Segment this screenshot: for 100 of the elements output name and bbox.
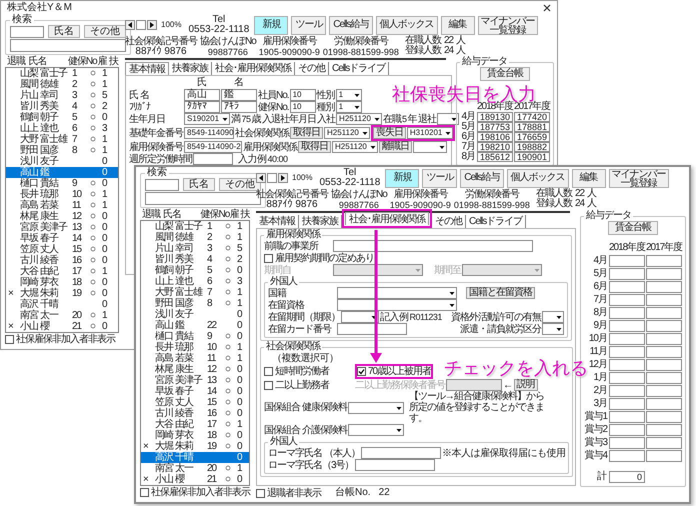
amount-field[interactable] [646,424,682,436]
list-row[interactable]: 南宮 太一 20 ○ 1 [6,310,118,321]
list-row[interactable]: 大谷 由紀 17 ○ 1 [141,419,249,430]
scroll-right-button[interactable] [147,20,157,30]
toolbar-button[interactable]: 編集 [440,16,474,34]
amount-field[interactable]: 189130 [477,112,513,122]
checkbox[interactable]: 雇用契約期間の定めあり [264,252,374,264]
list-row[interactable]: 皆川 秀美 4 ○ 2 [6,101,118,112]
text-field[interactable] [354,459,435,471]
small-button[interactable]: 取得日 [298,141,331,153]
amount-field[interactable] [609,410,645,422]
amount-field[interactable] [609,320,645,332]
amount-field[interactable] [646,294,682,306]
list-row[interactable]: 大野 富士雄 7 ○ 1 [6,134,118,145]
dropdown-field[interactable] [436,113,459,125]
checkbox[interactable]: 二以上勤務者 [264,380,354,390]
list-row[interactable]: × 大堀 朱莉 19 ○ 0 [141,441,249,452]
list-row[interactable]: 高沢 千晴 0 [141,452,249,463]
list-row[interactable]: 南宮 太一 20 ○ 1 [141,463,249,474]
amount-field[interactable]: 198882 [514,142,550,152]
text-field[interactable]: 10 [290,101,316,113]
list-row[interactable]: 高山 鑑 0 [6,167,118,178]
total-field[interactable]: 0 [609,470,645,482]
text-field[interactable]: 8549-114090-2 [184,141,242,153]
list-row[interactable]: 片山 幸司 3 ○ 5 [6,90,118,101]
toolbar-button[interactable]: Cells給与 [329,16,372,34]
dropdown-field[interactable]: 1 [336,89,362,101]
amount-field[interactable] [609,398,645,410]
list-row[interactable]: 野田 国彦 8 ○ 1 [6,145,118,156]
toolbar-button[interactable]: ツール [291,16,326,34]
amount-field[interactable] [646,280,682,292]
list-row[interactable]: 山梨 富士子 1 ○ 1 [141,221,249,232]
amount-field[interactable] [609,450,645,462]
amount-field[interactable] [646,268,682,280]
list-row[interactable]: 林尾 康生 12 ○ 0 [6,211,118,222]
amount-field[interactable] [609,436,645,448]
list-row[interactable]: 古川 綾香 16 ○ 0 [6,255,118,266]
toolbar-button[interactable]: 新規 [385,168,420,188]
list-row[interactable]: 樋口 貴結 9 ○ 0 [141,331,249,342]
ledger-button[interactable]: 賃金台帳 [608,221,658,235]
amount-field[interactable]: 185612 [477,152,513,162]
toolbar-button[interactable]: Cells給与 [460,168,504,188]
amount-field[interactable] [646,450,682,462]
text-area[interactable] [10,39,126,52]
amount-field[interactable] [609,332,645,344]
dropdown-field[interactable] [348,424,404,436]
list-row[interactable]: 長井 琉那 10 ○ 1 [6,189,118,200]
list-row[interactable]: 大谷 由紀 17 ○ 1 [6,266,118,277]
list-row[interactable]: 長井 琉那 10 ○ 1 [141,342,249,353]
list-row[interactable]: 早坂 春子 14 ○ 0 [141,386,249,397]
list-row[interactable]: 野田 国彦 8 ○ 1 [141,298,249,309]
toolbar-button[interactable]: 新規 [254,16,288,34]
amount-field[interactable]: 190901 [514,152,550,162]
amount-field[interactable] [646,436,682,448]
dropdown-field[interactable]: S190201 [184,113,230,125]
toolbar-button[interactable]: 個人ボックス [376,16,438,34]
search-button[interactable]: その他 [84,25,126,38]
small-button[interactable]: 離職日 [378,141,412,153]
text-field[interactable] [337,323,407,335]
list-row[interactable]: 片山 幸司 3 ○ 5 [141,243,249,254]
small-button[interactable]: 説明 [514,379,538,391]
scroll-right-button[interactable] [278,173,288,183]
dropdown-field[interactable] [337,287,457,299]
ledger-button[interactable]: 賃金台帳 [480,67,530,81]
list-row[interactable]: 早坂 春子 14 ○ 0 [6,233,118,244]
list-row[interactable]: 林尾 康生 12 ○ 0 [141,364,249,375]
text-field[interactable] [193,153,233,165]
list-row[interactable]: 風間 徳雄 2 ○ 1 [141,232,249,243]
amount-field[interactable] [609,346,645,358]
checkbox[interactable]: 社保雇保非加入者非表示 [5,334,119,345]
toolbar-button[interactable]: マイナンバー一覧登録 [478,16,538,34]
text-field[interactable]: 10 [290,89,316,101]
dropdown-field[interactable] [337,299,457,311]
dropdown-field[interactable] [542,311,564,323]
scroll-left-button[interactable] [125,20,135,30]
amount-field[interactable] [646,358,682,370]
list-row[interactable]: 浅川 友子 0 [6,156,118,167]
search-field[interactable] [145,178,179,190]
checkbox[interactable]: 短時間労働者 [264,366,354,377]
amount-field[interactable] [609,280,645,292]
dropdown-field[interactable]: H251120 [336,113,382,125]
amount-field[interactable]: 178881 [514,122,550,132]
list-row[interactable]: × 小山 櫻 21 ○ 0 [6,321,118,332]
list-row[interactable]: 山梨 富士子 1 ○ 1 [6,68,118,79]
list-row[interactable]: 笠原 丈人 15 ○ 0 [141,397,249,408]
toolbar-button[interactable]: マイナンバー一覧登録 [608,168,668,188]
amount-field[interactable] [609,306,645,318]
amount-field[interactable] [646,346,682,358]
toolbar-button[interactable]: 編集 [572,168,606,188]
toolbar-button[interactable]: 個人ボックス [506,168,568,188]
scroll-left-button[interactable] [256,173,266,183]
list-row[interactable]: 風間 徳雄 2 ○ 1 [6,79,118,90]
list-row[interactable]: × 小山 櫻 21 ○ 0 [141,474,249,485]
list-row[interactable]: 岡崎 芽衣 18 ○ 0 [141,430,249,441]
small-button[interactable]: 取得日 [290,127,323,139]
list-row[interactable]: 高沢 千晴 0 [6,299,118,310]
list-row[interactable]: 古川 綾香 16 ○ 0 [141,408,249,419]
text-field[interactable]: 鑑 [221,89,257,101]
amount-field[interactable]: 198106 [477,132,513,142]
amount-field[interactable]: 176659 [514,132,550,142]
